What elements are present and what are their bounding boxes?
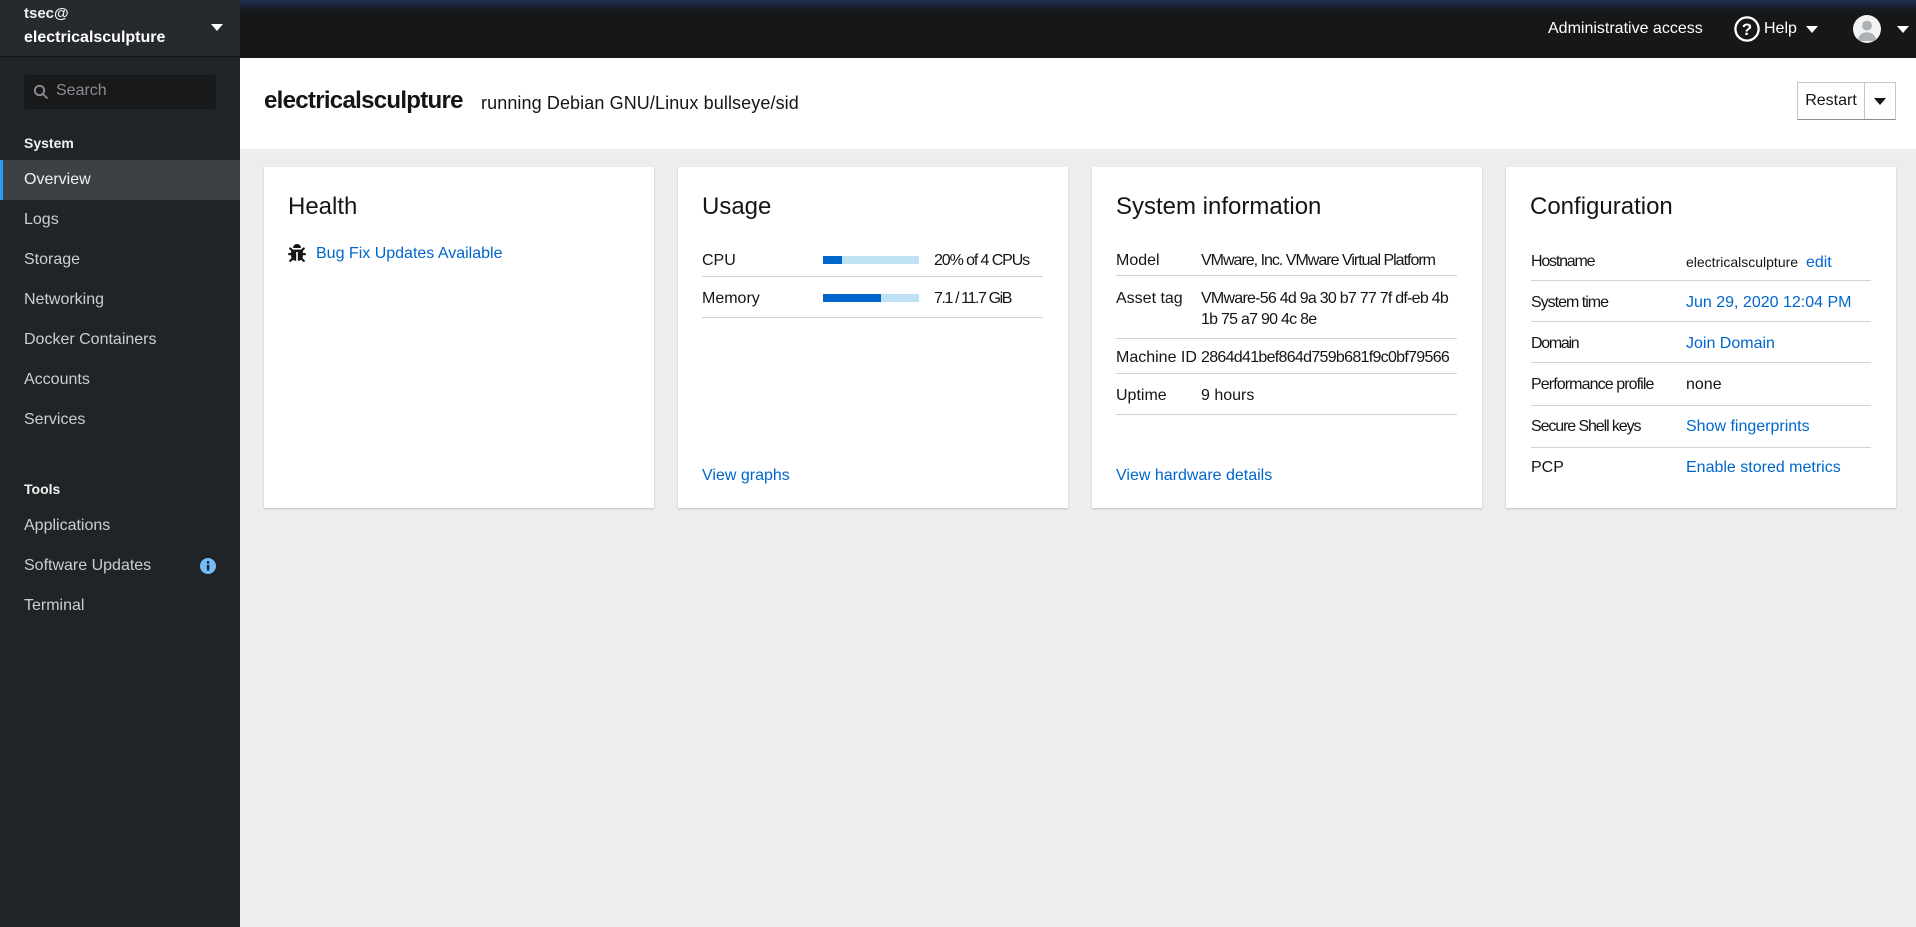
svg-text:?: ?	[1742, 20, 1752, 39]
